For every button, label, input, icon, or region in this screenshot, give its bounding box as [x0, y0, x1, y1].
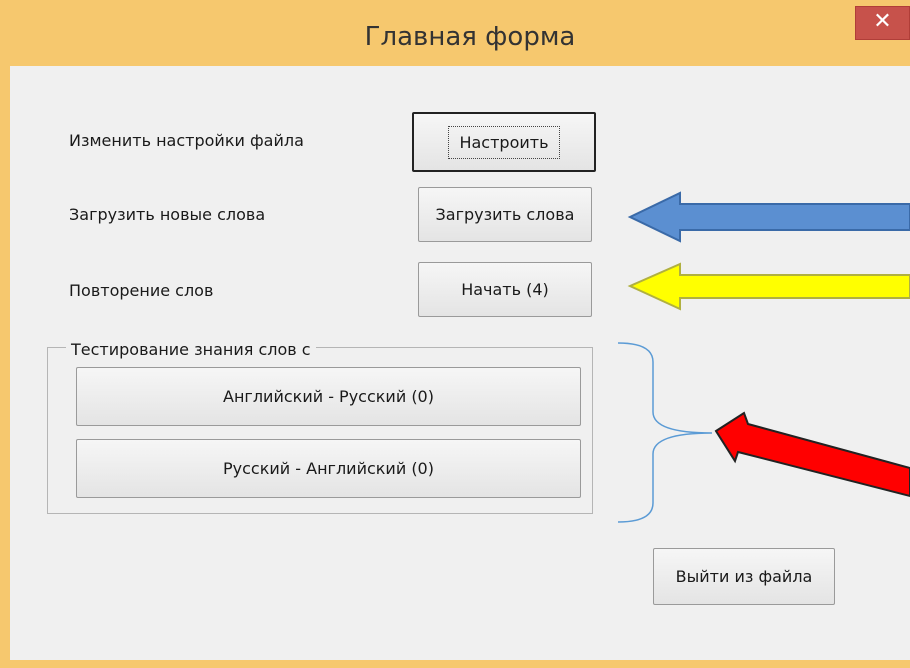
- red-arrow-annotation: [714, 411, 910, 498]
- annotation-overlay: [617, 191, 910, 523]
- yellow-arrow-annotation: [627, 262, 910, 311]
- brace-annotation: [617, 342, 713, 523]
- blue-arrow-annotation: [627, 191, 910, 243]
- main-form-window: Главная форма ✕ Изменить настройки файла…: [0, 0, 910, 668]
